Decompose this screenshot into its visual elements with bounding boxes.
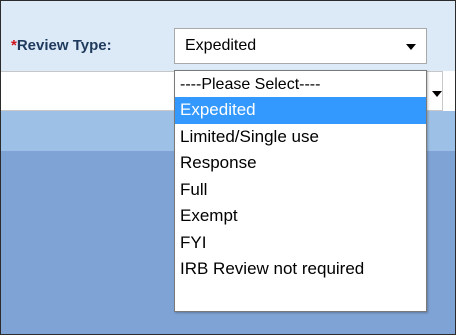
form-panel: *Review Type: Expedited ----Please Selec… [0,0,456,335]
review-type-selected-value: Expedited [185,37,257,54]
review-type-label: *Review Type: [11,37,112,55]
dropdown-option-please-select[interactable]: ----Please Select---- [175,73,426,97]
dropdown-option-exempt[interactable]: Exempt [175,203,426,230]
review-type-label-text: Review Type: [16,37,112,54]
review-type-dropdown-list: ----Please Select---- Expedited Limited/Si… [174,70,427,312]
dropdown-option-expedited[interactable]: Expedited [175,97,426,124]
dropdown-option-irb-review-not-required[interactable]: IRB Review not required [175,256,426,283]
dropdown-option-full[interactable]: Full [175,177,426,204]
chevron-down-icon [406,44,416,50]
dropdown-option-fyi[interactable]: FYI [175,230,426,257]
dropdown-option-response[interactable]: Response [175,150,426,177]
chevron-down-icon [432,91,442,97]
dropdown-options: ----Please Select---- Expedited Limited/Si… [175,71,426,283]
review-type-select[interactable]: Expedited [174,28,427,64]
dropdown-option-limited-single-use[interactable]: Limited/Single use [175,124,426,151]
